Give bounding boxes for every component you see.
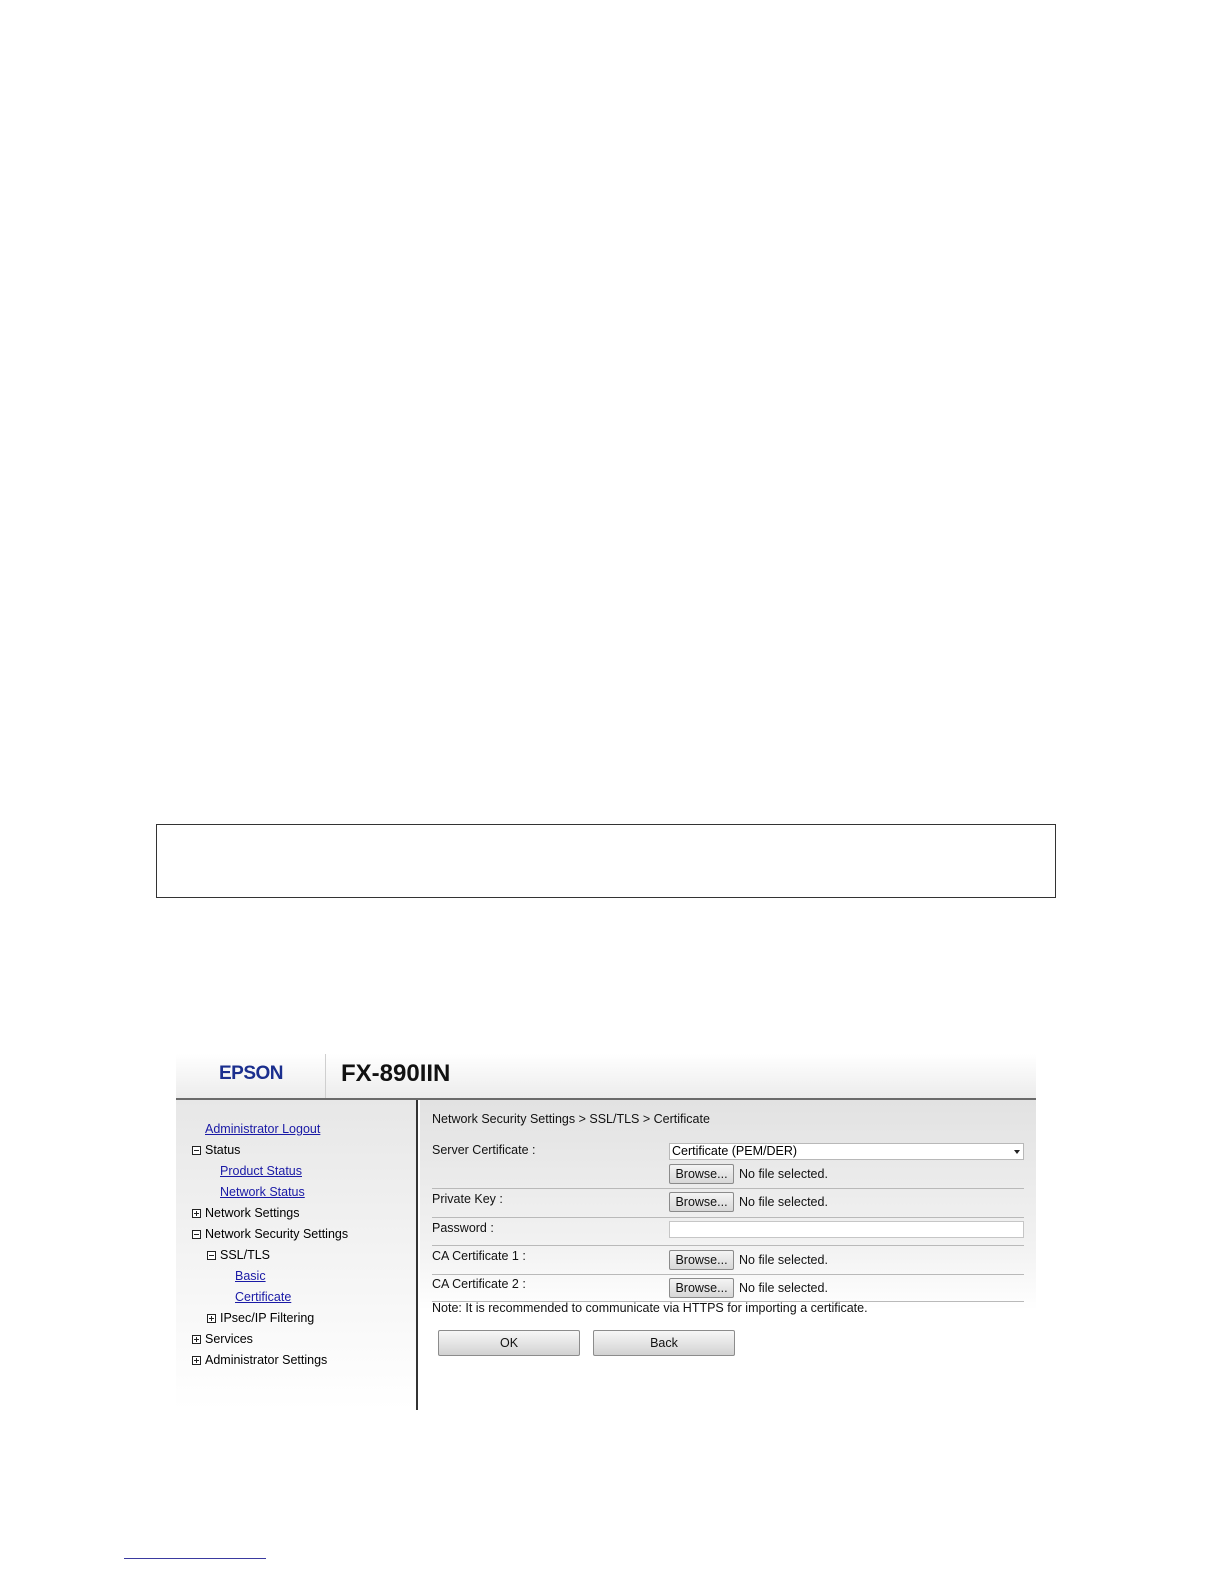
- back-button[interactable]: Back: [593, 1330, 735, 1356]
- model-title: FX-890IIN: [341, 1060, 451, 1087]
- sidebar-item-network-settings[interactable]: Network Settings: [192, 1205, 299, 1221]
- certificate-format-select[interactable]: Certificate (PEM/DER): [669, 1143, 1024, 1160]
- ca-certificate-2-browse-button[interactable]: Browse...: [669, 1278, 734, 1298]
- private-key-file-status: No file selected.: [739, 1195, 828, 1209]
- ok-button[interactable]: OK: [438, 1330, 580, 1356]
- main-panel: Network Security Settings > SSL/TLS > Ce…: [420, 1100, 1036, 1315]
- private-key-browse-button[interactable]: Browse...: [669, 1192, 734, 1212]
- select-value: Certificate (PEM/DER): [672, 1144, 798, 1158]
- ca-certificate-2-row: CA Certificate 2 : Browse... No file sel…: [432, 1275, 1024, 1302]
- sidebar-item-network-security-settings[interactable]: Network Security Settings: [192, 1226, 348, 1242]
- ca-certificate-2-label: CA Certificate 2 :: [432, 1277, 526, 1291]
- sidebar-item-label: SSL/TLS: [220, 1248, 271, 1262]
- admin-logout-link[interactable]: Administrator Logout: [205, 1121, 320, 1137]
- web-config-screenshot: EPSON FX-890IIN Administrator Logout Sta…: [176, 1054, 1036, 1410]
- collapse-icon[interactable]: [192, 1230, 201, 1239]
- password-row: Password :: [432, 1218, 1024, 1246]
- private-key-row: Private Key : Browse... No file selected…: [432, 1189, 1024, 1218]
- chevron-down-icon: [1014, 1150, 1020, 1154]
- server-certificate-file-status: No file selected.: [739, 1167, 828, 1181]
- sidebar-item-status[interactable]: Status: [192, 1142, 240, 1158]
- network-status-link[interactable]: Network Status: [220, 1184, 305, 1200]
- sidebar-item-label: Network Settings: [205, 1206, 300, 1220]
- expand-icon[interactable]: [207, 1314, 216, 1323]
- https-note: Note: It is recommended to communicate v…: [432, 1301, 868, 1315]
- server-certificate-label: Server Certificate :: [432, 1143, 536, 1157]
- ca-certificate-1-row: CA Certificate 1 : Browse... No file sel…: [432, 1246, 1024, 1275]
- sidebar-item-ipsec[interactable]: IPsec/IP Filtering: [207, 1310, 314, 1326]
- sidebar-item-ssl-tls[interactable]: SSL/TLS: [207, 1247, 270, 1263]
- certificate-link[interactable]: Certificate: [235, 1289, 291, 1305]
- collapse-icon[interactable]: [207, 1251, 216, 1260]
- sidebar: Administrator Logout Status Product Stat…: [176, 1100, 418, 1410]
- sidebar-item-label: IPsec/IP Filtering: [220, 1311, 315, 1325]
- empty-bordered-box: [156, 824, 1056, 898]
- basic-link[interactable]: Basic: [235, 1268, 266, 1284]
- breadcrumb: Network Security Settings > SSL/TLS > Ce…: [432, 1112, 710, 1126]
- product-status-link[interactable]: Product Status: [220, 1163, 302, 1179]
- header-bar: EPSON FX-890IIN: [176, 1054, 1036, 1100]
- brand-area: EPSON: [176, 1054, 326, 1098]
- sidebar-item-label: Network Security Settings: [205, 1227, 349, 1241]
- server-certificate-browse-button[interactable]: Browse...: [669, 1164, 734, 1184]
- sidebar-item-label: Status: [205, 1143, 241, 1157]
- server-certificate-row: Server Certificate : Certificate (PEM/DE…: [432, 1141, 1024, 1189]
- ca-certificate-2-file-status: No file selected.: [739, 1281, 828, 1295]
- brand-logo: EPSON: [219, 1063, 284, 1084]
- password-label: Password :: [432, 1221, 494, 1235]
- sidebar-item-label: Services: [205, 1332, 253, 1346]
- private-key-label: Private Key :: [432, 1192, 503, 1206]
- password-field[interactable]: [669, 1221, 1024, 1238]
- footnote-divider: [124, 1558, 266, 1559]
- sidebar-item-label: Administrator Settings: [205, 1353, 328, 1367]
- sidebar-item-services[interactable]: Services: [192, 1331, 253, 1347]
- collapse-icon[interactable]: [192, 1146, 201, 1155]
- ca-certificate-1-label: CA Certificate 1 :: [432, 1249, 526, 1263]
- ca-certificate-1-browse-button[interactable]: Browse...: [669, 1250, 734, 1270]
- expand-icon[interactable]: [192, 1356, 201, 1365]
- expand-icon[interactable]: [192, 1209, 201, 1218]
- ca-certificate-1-file-status: No file selected.: [739, 1253, 828, 1267]
- sidebar-item-administrator-settings[interactable]: Administrator Settings: [192, 1352, 327, 1368]
- expand-icon[interactable]: [192, 1335, 201, 1344]
